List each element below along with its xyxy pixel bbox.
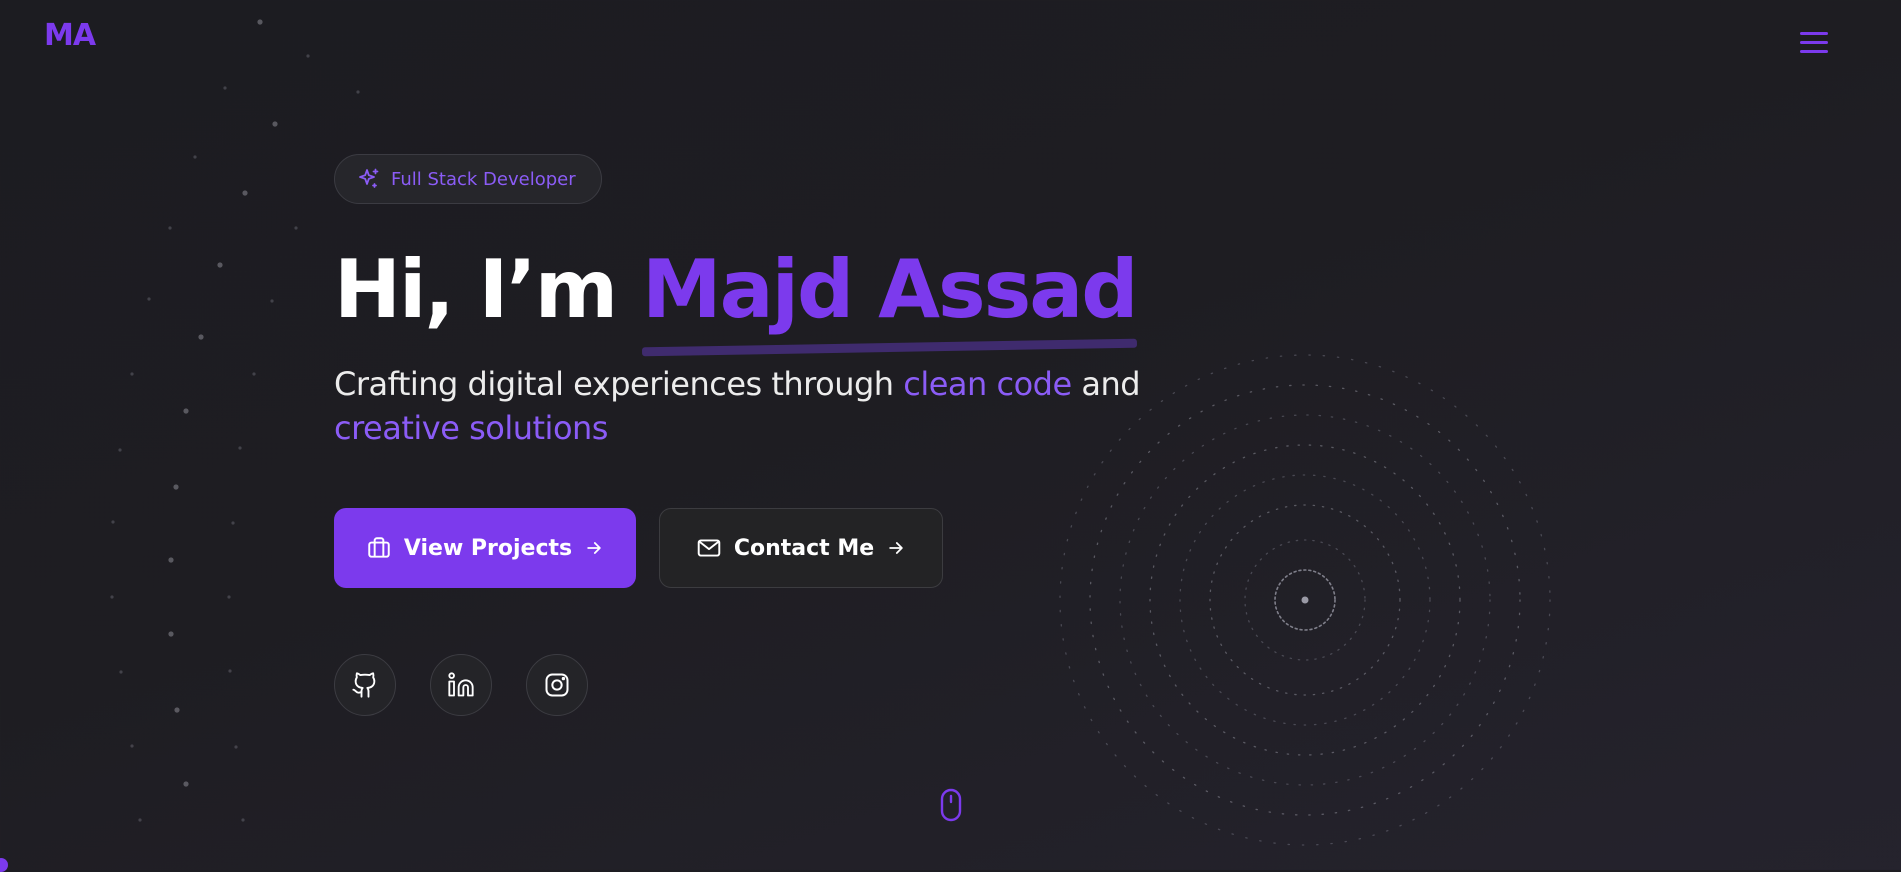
background-dot bbox=[231, 521, 235, 525]
linkedin-icon bbox=[448, 672, 474, 697]
github-icon bbox=[352, 672, 376, 698]
background-dot bbox=[119, 670, 123, 674]
background-dot bbox=[168, 631, 174, 637]
background-dot bbox=[272, 121, 278, 127]
background-dot bbox=[118, 448, 122, 452]
hero-title-greeting: Hi, I’m bbox=[334, 243, 642, 336]
background-dot bbox=[238, 446, 242, 450]
ring-6 bbox=[1119, 414, 1491, 786]
background-dot bbox=[173, 484, 179, 490]
background-dot bbox=[174, 707, 180, 713]
view-projects-label: View Projects bbox=[403, 535, 573, 561]
background-dot bbox=[242, 190, 248, 196]
arrow-right-icon bbox=[889, 542, 903, 554]
background-dot bbox=[234, 745, 238, 749]
briefcase-icon bbox=[368, 537, 390, 558]
contact-me-button[interactable]: Contact Me bbox=[659, 508, 943, 588]
subtitle-accent-clean-code: clean code bbox=[903, 365, 1072, 403]
background-dot bbox=[147, 297, 151, 301]
linkedin-link[interactable] bbox=[430, 654, 492, 716]
ring-3 bbox=[1209, 504, 1401, 696]
background-dot bbox=[241, 818, 245, 822]
background-dot bbox=[168, 226, 172, 230]
background-dot bbox=[130, 372, 134, 376]
sparkles-icon bbox=[359, 168, 379, 188]
instagram-link[interactable] bbox=[526, 654, 588, 716]
hero-title: Hi, I’m Majd Assad bbox=[334, 250, 1139, 330]
background-dot bbox=[252, 372, 256, 376]
background-dot bbox=[198, 334, 204, 340]
background-dot bbox=[217, 262, 223, 268]
role-badge-label: Full Stack Developer bbox=[391, 168, 576, 190]
background-dot bbox=[193, 155, 197, 159]
background-dot bbox=[183, 408, 189, 414]
background-dot bbox=[257, 19, 263, 25]
background-dot bbox=[138, 818, 142, 822]
mouse-scroll-icon[interactable] bbox=[939, 788, 963, 822]
decorative-dots-left bbox=[110, 19, 360, 822]
hamburger-menu-icon[interactable] bbox=[1800, 32, 1828, 54]
background-dot bbox=[294, 226, 298, 230]
background-dot bbox=[228, 669, 232, 673]
ring-4 bbox=[1179, 474, 1431, 726]
subtitle-text-1: Crafting digital experiences through bbox=[334, 365, 904, 403]
background-dot bbox=[227, 595, 231, 599]
background-dot bbox=[111, 520, 115, 524]
background-dot bbox=[223, 86, 227, 90]
instagram-icon bbox=[545, 673, 569, 697]
contact-me-label: Contact Me bbox=[733, 535, 875, 561]
subtitle-text-2: and bbox=[1071, 365, 1141, 403]
background-dot bbox=[270, 299, 274, 303]
hero-title-name: Majd Assad bbox=[641, 243, 1139, 336]
role-badge: Full Stack Developer bbox=[334, 154, 602, 204]
background-dot bbox=[183, 781, 189, 787]
background-dot bbox=[168, 557, 174, 563]
site-logo[interactable]: MA bbox=[44, 18, 96, 53]
background-dot bbox=[356, 90, 360, 94]
ring-5 bbox=[1149, 444, 1461, 756]
github-link[interactable] bbox=[334, 654, 396, 716]
hero-subtitle: Crafting digital experiences through cle… bbox=[334, 362, 1214, 450]
ring-2 bbox=[1244, 539, 1366, 661]
arrow-right-icon bbox=[587, 542, 601, 554]
subtitle-accent-creative-solutions: creative solutions bbox=[334, 409, 608, 447]
view-projects-button[interactable]: View Projects bbox=[334, 508, 636, 588]
ring-1 bbox=[1274, 569, 1336, 631]
ring-center-dot bbox=[1301, 596, 1309, 604]
mail-icon bbox=[697, 539, 721, 557]
background-dot bbox=[306, 54, 310, 58]
background-dot bbox=[110, 595, 114, 599]
background-dot bbox=[130, 744, 134, 748]
